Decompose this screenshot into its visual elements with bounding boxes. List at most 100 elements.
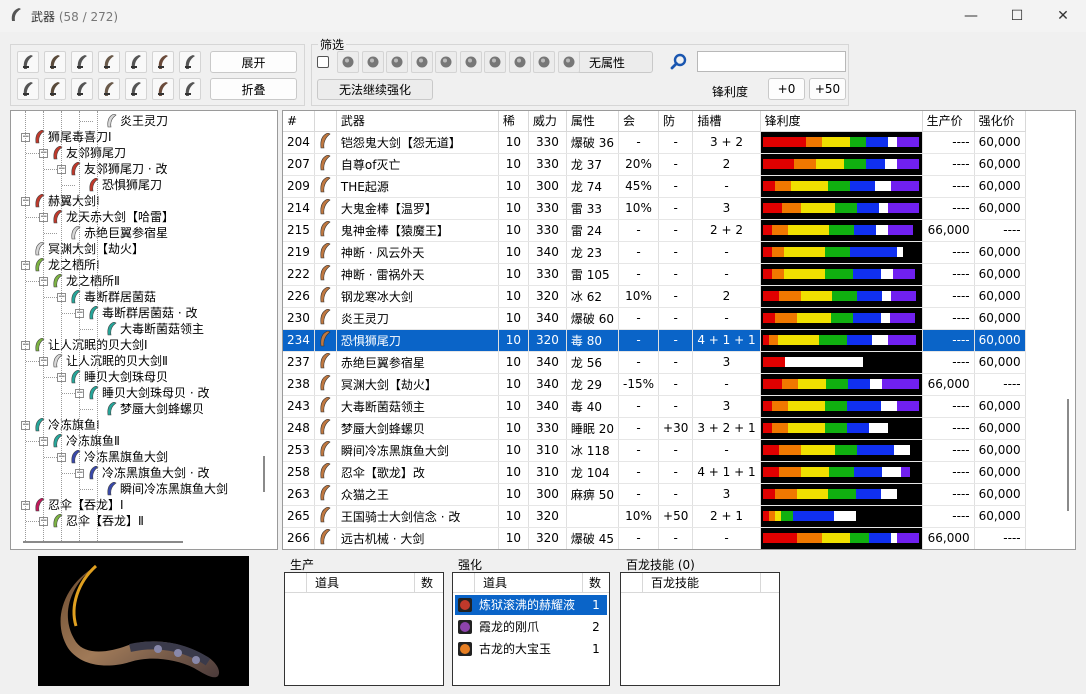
table-row[interactable]: 226 钢龙寒冰大剑 10 320 冰 62 10% -2 ---- 60,000: [283, 285, 1026, 308]
sharpness-segment: [830, 313, 853, 323]
weapon-type-light-bowgun-icon[interactable]: [125, 78, 147, 100]
row-rarity: 10: [498, 131, 529, 154]
table-row[interactable]: 243 大毒断菌菇领主 10 340 毒 40- -3 ---- 60,000: [283, 395, 1026, 418]
weapon-type-heavy-bowgun-icon[interactable]: [152, 78, 174, 100]
table-row[interactable]: 266 远古机械 · 大剑 10 320 爆破 45- - -66,000 ----: [283, 527, 1026, 549]
col-affinity[interactable]: 会: [618, 111, 660, 132]
search-input[interactable]: [697, 51, 846, 72]
upgrade-item-row[interactable]: 霞龙的刚爪 2: [455, 617, 607, 637]
sharpness-segment: [865, 137, 888, 147]
element-paralysis-icon[interactable]: [508, 51, 531, 73]
col-rarity[interactable]: 稀: [498, 111, 529, 132]
weapon-type-charge-blade-icon[interactable]: [71, 78, 93, 100]
table-row[interactable]: 222 神断 · 雷祸外天 10 330 雷 105- - - ---- 60,000: [283, 263, 1026, 286]
search-icon[interactable]: [670, 53, 688, 71]
table-row[interactable]: 258 忍伞【歌龙】改 10 310 龙 104- -4 + 1 + 1 ---- 60,00…: [283, 461, 1026, 484]
weapon-type-long-sword-icon[interactable]: [44, 51, 66, 73]
col-produce[interactable]: 生产价: [922, 111, 975, 132]
sharpness-segment: [887, 203, 919, 213]
element-fire-icon[interactable]: [337, 51, 359, 73]
expand-button[interactable]: 展开: [210, 51, 297, 73]
table-row[interactable]: 253 瞬间冷冻黑旗鱼大剑 10 310 冰 118- - - ---- 60,000: [283, 439, 1026, 462]
table-row[interactable]: 237 赤绝巨翼参宿星 10 340 龙 56- -3 ---- 60,000: [283, 351, 1026, 374]
table-row[interactable]: 209 THE起源 10 300 龙 74 45% - - ---- 60,000: [283, 175, 1026, 198]
weapon-type-lance-icon[interactable]: [179, 51, 201, 73]
table-row[interactable]: 265 王国骑士大剑信念 · 改 10 320 10% +50 2 + 1 ---- 60,00…: [283, 505, 1026, 528]
sharpness-segment: [787, 423, 825, 433]
table-row[interactable]: 248 梦蜃大剑蜂螺贝 10 330 睡眠 20- +30 3 + 2 + 1 ---- 60,…: [283, 417, 1026, 440]
tree-scrollbar[interactable]: [263, 456, 265, 492]
close-button[interactable]: ✕: [1040, 0, 1086, 32]
weapon-tree[interactable]: 炎王灵刀 − 狮尾毒喜刀Ⅰ − 友邻狮尾刀 − 友邻狮尾刀 · 改恐惧狮尾刀 − 赫翼大剑Ⅰ − 龙…: [10, 110, 278, 550]
upgrade-item-name: 炼狱滚沸的赫耀液: [479, 598, 576, 612]
col-slots[interactable]: 插槽: [692, 111, 761, 132]
weapon-type-hunting-horn-icon[interactable]: [152, 51, 174, 73]
sharpness-segment: [855, 489, 881, 499]
row-affinity: 45%: [618, 175, 660, 198]
element-no-element-icon[interactable]: [557, 51, 580, 73]
col-element[interactable]: 属性: [566, 111, 620, 132]
weapon-type-insect-glaive-icon[interactable]: [98, 78, 120, 100]
sharpness-segment: [896, 247, 903, 257]
element-sleep-icon[interactable]: [484, 51, 506, 73]
sharpness-segment: [777, 335, 819, 345]
upgrade-item-row[interactable]: 炼狱滚沸的赫耀液 1: [455, 595, 607, 615]
row-produce-price: ----: [922, 197, 975, 220]
row-affinity: -: [618, 241, 660, 264]
sharpness-plus0-button[interactable]: +0: [768, 78, 805, 100]
table-row[interactable]: 263 众猫之王 10 300 麻痹 50- -3 ---- 60,000: [283, 483, 1026, 506]
col-icon[interactable]: [314, 111, 337, 132]
row-weapon-name: 恐惧狮尾刀: [336, 329, 499, 352]
row-slots: 2: [692, 285, 761, 308]
collapse-button[interactable]: 折叠: [210, 78, 297, 100]
weapon-type-great-sword-icon[interactable]: [17, 51, 39, 73]
row-affinity: -: [618, 483, 660, 506]
table-row[interactable]: 214 大鬼金棒【温罗】 10 330 雷 33 10% -3 ---- 60,000: [283, 197, 1026, 220]
weapon-type-switch-axe-icon[interactable]: [44, 78, 66, 100]
weapon-type-dual-blades-icon[interactable]: [98, 51, 120, 73]
sharpness-segment: [774, 313, 797, 323]
produce-panel: 道具 数: [284, 572, 444, 686]
col-weapon[interactable]: 武器: [336, 111, 499, 132]
upgrade-item-row[interactable]: 古龙的大宝玉 1: [455, 639, 607, 659]
col-upgrade[interactable]: 强化价: [974, 111, 1026, 132]
table-row[interactable]: 238 冥渊大剑【劫火】 10 340 龙 29 -15% - -66,000 ----: [283, 373, 1026, 396]
row-element: 雷 33: [566, 197, 620, 220]
tree-horizontal-scrollbar[interactable]: [23, 541, 183, 543]
table-row[interactable]: 204 铠怨鬼大剑【怨无道】 10 330 爆破 36- -3 + 2 ---- 60,000: [283, 131, 1026, 154]
sharpness-segment: [849, 181, 875, 191]
maximize-button[interactable]: ☐: [994, 0, 1040, 32]
table-row[interactable]: 207 自尊of灭亡 10 330 龙 37 20% -2 ---- 60,000: [283, 153, 1026, 176]
row-attack: 320: [528, 505, 567, 528]
row-defense: -: [658, 175, 694, 198]
element-blast-icon[interactable]: [533, 51, 555, 73]
sharpness-segment: [828, 225, 854, 235]
col-index[interactable]: #: [283, 111, 315, 132]
col-attack[interactable]: 威力: [528, 111, 567, 132]
col-sharpness[interactable]: 锋利度: [760, 111, 923, 132]
element-ice-icon[interactable]: [410, 51, 433, 73]
table-scrollbar-thumb[interactable]: [1067, 399, 1069, 511]
table-row[interactable]: 234 恐惧狮尾刀 10 320 毒 80- -4 + 1 + 1 ---- 60,000: [283, 329, 1026, 352]
col-defense[interactable]: 防: [658, 111, 694, 132]
element-dragon-icon[interactable]: [435, 51, 457, 73]
element-poison-icon[interactable]: [459, 51, 482, 73]
weapon-type-hammer-icon[interactable]: [125, 51, 147, 73]
weapon-type-sword-shield-icon[interactable]: [71, 51, 93, 73]
sharpness-plus50-button[interactable]: +50: [809, 78, 846, 100]
table-scrollbar[interactable]: [1061, 111, 1075, 549]
no-upgrade-button[interactable]: 无法继续强化: [317, 79, 433, 100]
weapon-type-gunlance-icon[interactable]: [17, 78, 39, 100]
row-element: 龙 56: [566, 351, 620, 374]
minimize-button[interactable]: —: [948, 0, 994, 32]
row-sharpness: [760, 505, 923, 528]
element-water-icon[interactable]: [361, 51, 384, 73]
element-thunder-icon[interactable]: [386, 51, 408, 73]
weapon-icon: [320, 528, 331, 544]
table-row[interactable]: 219 神断 · 风云外天 10 340 龙 23- - - ---- 60,000: [283, 241, 1026, 264]
weapon-type-bow-icon[interactable]: [179, 78, 201, 100]
table-row[interactable]: 230 炎王灵刀 10 340 爆破 60- - - ---- 60,000: [283, 307, 1026, 330]
sharpness-segment: [818, 335, 847, 345]
filter-checkbox[interactable]: [317, 56, 329, 68]
table-row[interactable]: 215 鬼神金棒【猿魔王】 10 330 雷 24- -2 + 2 66,000 ----: [283, 219, 1026, 242]
